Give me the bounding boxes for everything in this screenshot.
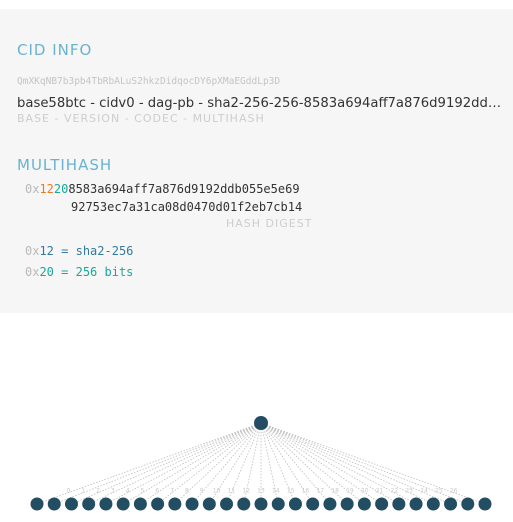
dag-child-node[interactable] [392, 497, 406, 511]
dag-child-node[interactable] [340, 497, 354, 511]
dag-child-node[interactable] [426, 497, 440, 511]
dag-link-label: 18 [331, 488, 339, 495]
dag-link-label: 16 [302, 488, 310, 495]
dag-link-label: 9 [200, 488, 204, 495]
dag-child-node[interactable] [357, 497, 371, 511]
dag-link-label: 20 [361, 488, 369, 495]
dag-link-label: 22 [391, 488, 399, 495]
dag-link-label: 14 [272, 488, 280, 495]
dag-link-label: 25 [435, 488, 443, 495]
dag-link-label: 2 [96, 488, 100, 495]
dag-child-node[interactable] [461, 497, 475, 511]
dag-link-label: 3 [111, 488, 115, 495]
dag-root-node[interactable] [254, 416, 268, 430]
dag-child-node[interactable] [375, 497, 389, 511]
dag-link-label: 1 [81, 488, 85, 495]
dag-child-node[interactable] [168, 497, 182, 511]
dag-child-node[interactable] [30, 497, 44, 511]
dag-child-node[interactable] [254, 497, 268, 511]
dag-link-label: 11 [228, 488, 236, 495]
dag-link-label: 17 [316, 488, 324, 495]
dag-child-node[interactable] [64, 497, 78, 511]
dag-child-node[interactable] [409, 497, 423, 511]
dag-child-node[interactable] [202, 497, 216, 511]
dag-link-label: 23 [405, 488, 413, 495]
dag-link-label: 19 [346, 488, 354, 495]
dag-child-node[interactable] [271, 497, 285, 511]
dag-link-label: 5 [141, 488, 145, 495]
dag-child-node[interactable] [99, 497, 113, 511]
dag-child-node[interactable] [82, 497, 96, 511]
dag-link-label: 0 [66, 488, 70, 495]
dag-link-label: 26 [450, 488, 458, 495]
dag-link-label: 8 [185, 488, 189, 495]
dag-link-label: 10 [213, 488, 221, 495]
dag-link-label: 7 [170, 488, 174, 495]
dag-child-node[interactable] [323, 497, 337, 511]
dag-link-label: 6 [155, 488, 159, 495]
dag-link-label: 12 [242, 488, 250, 495]
dag-child-node[interactable] [288, 497, 302, 511]
dag-child-node[interactable] [116, 497, 130, 511]
dag-child-node[interactable] [444, 497, 458, 511]
dag-child-node[interactable] [478, 497, 492, 511]
dag-child-node[interactable] [237, 497, 251, 511]
dag-child-node[interactable] [133, 497, 147, 511]
dag-link-label: 13 [257, 488, 265, 495]
dag-child-node[interactable] [185, 497, 199, 511]
dag-child-node[interactable] [151, 497, 165, 511]
dag-link-label: 4 [126, 488, 130, 495]
dag-child-node[interactable] [220, 497, 234, 511]
dag-tree: 0 1 2 3 4 5 6 7 8 9 10 11 12 13 14 15 16 17 18 19 20 21 22 23 24… [30, 416, 492, 511]
dag-link-label: 15 [287, 488, 295, 495]
dag-link-label: 21 [376, 488, 384, 495]
dag-child-node[interactable] [47, 497, 61, 511]
dag-child-node[interactable] [306, 497, 320, 511]
dag-link-label: 24 [420, 488, 428, 495]
